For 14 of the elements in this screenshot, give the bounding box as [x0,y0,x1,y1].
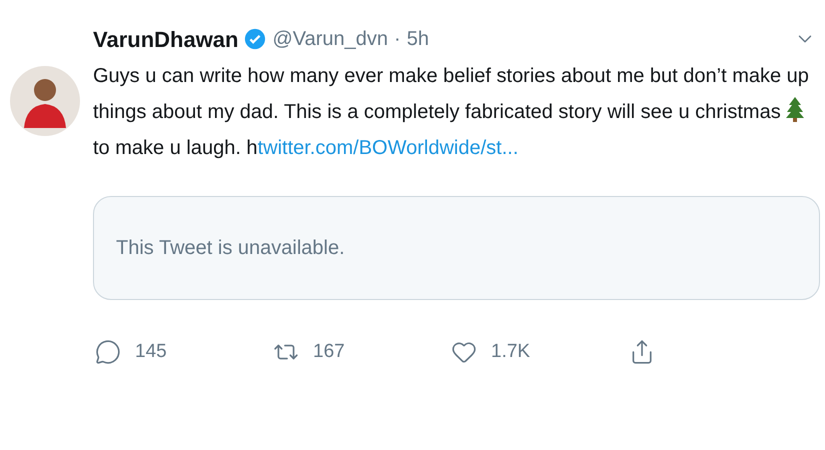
tweet-text: Guys u can write how many ever make belief stories about me but don’t make up things about my dad. This is a completely fabricated story will see u christmas to make u laugh. htwitter.com/BOWorldwide/st... [93,64,810,161]
action-count: 1.7K [491,340,530,364]
tree-icon [786,96,804,122]
author-name[interactable]: VarunDhawan [93,22,238,56]
avatar-icon[interactable] [10,66,80,136]
action-count: 145 [135,340,167,364]
reply-icon[interactable] [95,339,121,366]
author-handle[interactable]: @Varun_dvn [272,24,388,54]
tweet-time[interactable]: 5h [406,24,429,54]
quoted-tweet-card[interactable]: This Tweet is unavailable. [93,196,820,300]
tweet-link[interactable]: twitter.com/BOWorldwide/st... [258,137,518,159]
action-count: 167 [313,340,345,364]
unavailable-message: This Tweet is unavailable. [116,236,345,261]
separator-dot: · [394,27,401,52]
